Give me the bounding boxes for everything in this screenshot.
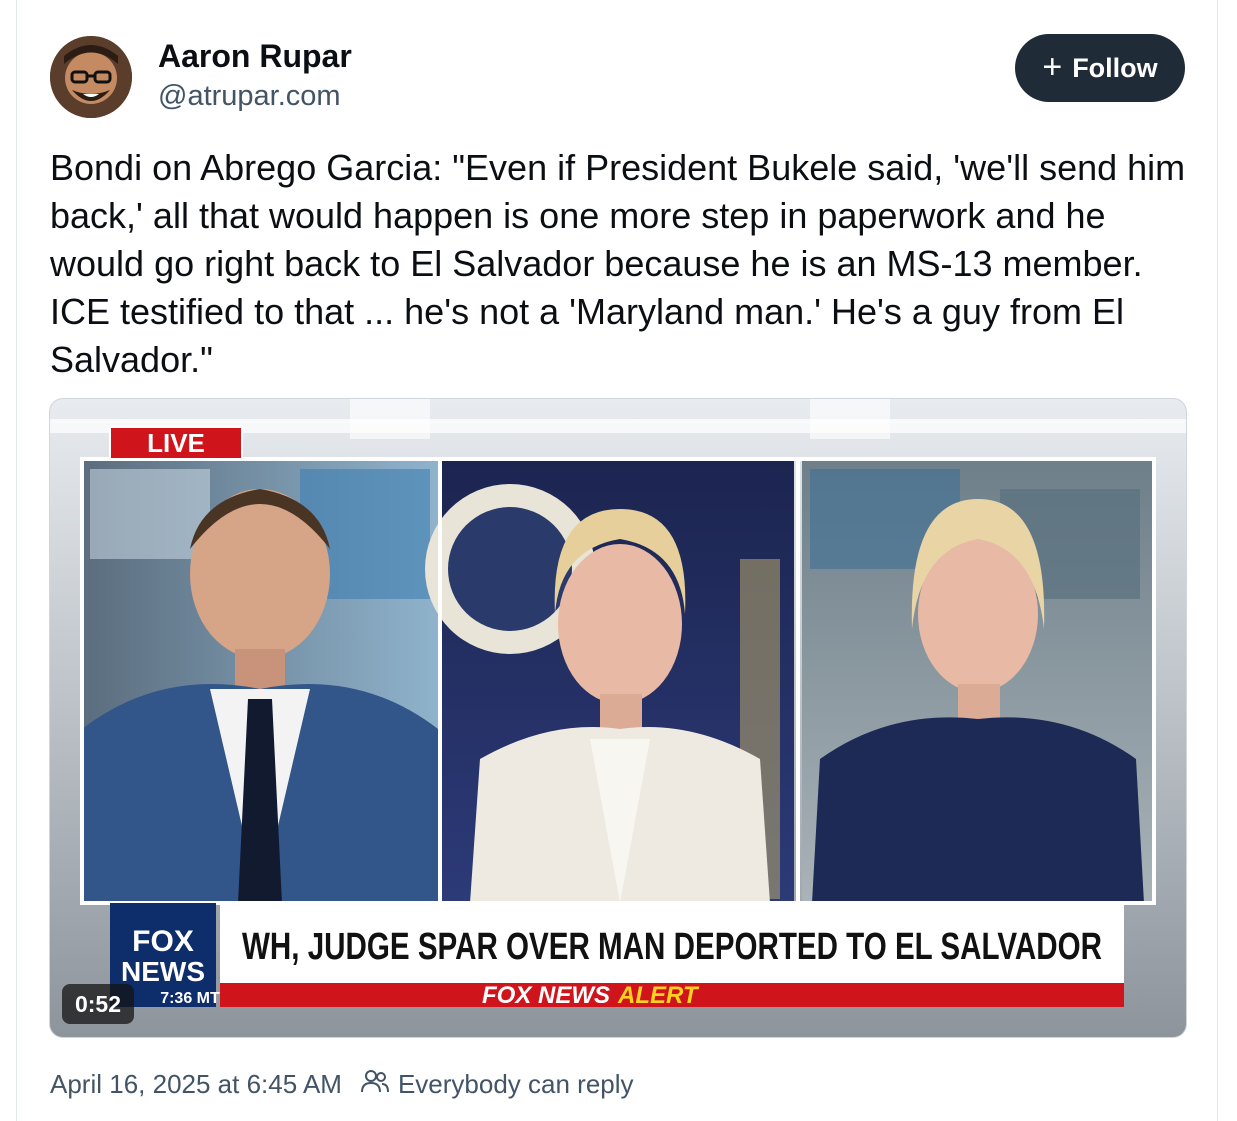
fox-logo-bottom: NEWS [121, 956, 205, 987]
alert-prefix: FOX NEWS [482, 982, 610, 1009]
video-player[interactable]: LIVE FOX NEWS WH, JUDGE SPAR OVER MAN DE… [49, 398, 1187, 1038]
plus-icon: + [1042, 47, 1063, 86]
post-text: Bondi on Abrego Garcia: "Even if Preside… [50, 147, 1186, 380]
chyron-headline: WH, JUDGE SPAR OVER MAN DEPORTED TO EL S… [242, 926, 1102, 968]
author-handle[interactable]: @atrupar.com [158, 80, 341, 113]
alert-word: ALERT [617, 982, 700, 1009]
author-name[interactable]: Aaron Rupar [158, 38, 352, 75]
clock: 7:36 MT [160, 990, 220, 1007]
avatar[interactable] [50, 36, 132, 118]
live-badge: LIVE [147, 428, 205, 458]
video-duration: 0:52 [62, 984, 134, 1024]
people-icon [360, 1068, 390, 1101]
video-thumbnail: LIVE FOX NEWS WH, JUDGE SPAR OVER MAN DE… [50, 399, 1186, 1037]
post-footer: April 16, 2025 at 6:45 AM Everybody can … [50, 1068, 634, 1101]
post-timestamp[interactable]: April 16, 2025 at 6:45 AM [50, 1069, 342, 1100]
follow-button-label: Follow [1072, 52, 1158, 83]
reply-setting[interactable]: Everybody can reply [398, 1069, 634, 1100]
fox-logo-top: FOX [132, 925, 194, 958]
avatar-image [50, 36, 132, 118]
follow-button[interactable]: + Follow [1015, 34, 1185, 102]
